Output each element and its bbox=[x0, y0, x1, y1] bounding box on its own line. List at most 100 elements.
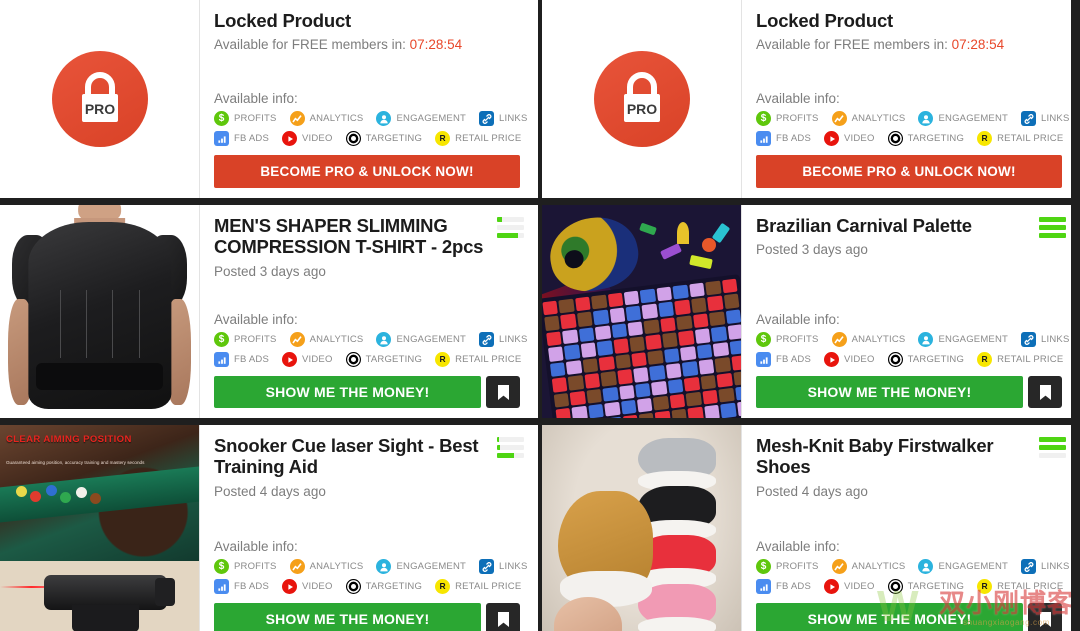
info-chip-engagement: ENGAGEMENT bbox=[376, 559, 466, 574]
palette-swatch bbox=[663, 347, 680, 363]
palette-swatch bbox=[688, 282, 705, 298]
product-card-baby-shoes[interactable]: Mesh-Knit Baby Firstwalker Shoes Posted … bbox=[542, 425, 1080, 631]
palette-swatch bbox=[613, 338, 630, 354]
palette-swatch bbox=[580, 342, 597, 358]
palette-swatch bbox=[611, 323, 628, 339]
info-chip-label: TARGETING bbox=[907, 354, 965, 365]
available-info-row: FB ADS VIDEO TARGETING R RETAIL PRICE bbox=[756, 579, 1063, 594]
palette-swatch bbox=[609, 307, 626, 323]
rating-bars bbox=[1039, 437, 1066, 458]
show-me-the-money-button[interactable]: SHOW ME THE MONEY! bbox=[756, 603, 1023, 631]
palette-swatch bbox=[562, 329, 579, 345]
show-me-the-money-button[interactable]: SHOW ME THE MONEY! bbox=[756, 376, 1023, 408]
info-chip-label: TARGETING bbox=[907, 133, 965, 144]
info-chip-engagement: ENGAGEMENT bbox=[918, 111, 1008, 126]
info-chip-engagement: ENGAGEMENT bbox=[376, 111, 466, 126]
product-grid: PRO Locked Product Available for FREE me… bbox=[0, 0, 1080, 631]
image-caption: CLEAR AIMING POSITION bbox=[5, 433, 132, 445]
info-chip-profits: $ PROFITS bbox=[756, 111, 819, 126]
palette-swatch bbox=[576, 311, 593, 327]
palette-swatch bbox=[704, 405, 720, 418]
palette-swatch bbox=[582, 357, 599, 373]
info-chip-profits: $ PROFITS bbox=[214, 332, 277, 347]
palette-swatch bbox=[638, 413, 655, 418]
palette-swatch bbox=[651, 380, 668, 396]
info-chip-video: VIDEO bbox=[824, 131, 875, 146]
card-media: CLEAR AIMING POSITION Guaranteed aiming … bbox=[0, 425, 200, 631]
palette-swatch bbox=[643, 319, 660, 335]
play-icon bbox=[282, 352, 297, 367]
palette-swatch bbox=[647, 349, 664, 365]
product-card-locked-left[interactable]: PRO Locked Product Available for FREE me… bbox=[0, 0, 538, 198]
info-chip-label: ENGAGEMENT bbox=[938, 561, 1009, 572]
info-chip-profits: $ PROFITS bbox=[756, 332, 819, 347]
card-media: PRO bbox=[0, 0, 200, 198]
palette-swatch bbox=[568, 375, 584, 391]
info-chip-label: FB ADS bbox=[234, 354, 269, 365]
info-chip-video: VIDEO bbox=[282, 352, 333, 367]
palette-swatch bbox=[667, 378, 684, 394]
palette-swatch bbox=[636, 397, 653, 413]
link-icon bbox=[479, 559, 495, 574]
person-icon bbox=[376, 332, 392, 347]
show-me-the-money-button[interactable]: SHOW ME THE MONEY! bbox=[214, 603, 481, 631]
bookmark-button[interactable] bbox=[1028, 376, 1062, 408]
bookmark-button[interactable] bbox=[486, 603, 520, 631]
palette-swatch bbox=[656, 286, 673, 302]
info-chip-profits: $ PROFITS bbox=[756, 559, 819, 574]
info-chip-label: VIDEO bbox=[302, 133, 333, 144]
product-card-brazilian-carnival-palette[interactable]: Brazilian Carnival Palette Posted 3 days… bbox=[542, 205, 1080, 418]
info-chip-retail: R RETAIL PRICE bbox=[977, 352, 1063, 367]
palette-swatch bbox=[598, 355, 615, 371]
palette-swatch bbox=[710, 326, 727, 342]
info-chip-label: VIDEO bbox=[844, 133, 875, 144]
palette-swatch bbox=[542, 300, 559, 316]
available-info-row: FB ADS VIDEO TARGETING R RETAIL PRICE bbox=[214, 579, 521, 594]
product-card-snooker-laser-sight[interactable]: CLEAR AIMING POSITION Guaranteed aiming … bbox=[0, 425, 538, 631]
info-chip-label: ENGAGEMENT bbox=[396, 113, 467, 124]
cta-row: BECOME PRO & UNLOCK NOW! bbox=[756, 155, 1062, 188]
link-icon bbox=[1021, 111, 1037, 126]
info-chip-engagement: ENGAGEMENT bbox=[376, 332, 466, 347]
palette-swatch bbox=[723, 293, 740, 309]
card-media bbox=[0, 205, 200, 418]
available-info-row: $ PROFITS ANALYTICS ENGAGEMENT LINKS bbox=[756, 332, 1069, 347]
palette-swatch bbox=[551, 377, 568, 393]
palette-swatch bbox=[588, 403, 605, 418]
info-chip-label: VIDEO bbox=[302, 581, 333, 592]
info-chip-label: LINKS bbox=[1041, 113, 1070, 124]
palette-swatch bbox=[725, 309, 741, 325]
bookmark-button[interactable] bbox=[1028, 603, 1062, 631]
palette-swatch bbox=[607, 292, 624, 308]
info-chip-fbads: FB ADS bbox=[214, 352, 269, 367]
chart-icon bbox=[289, 332, 305, 347]
become-pro-button[interactable]: BECOME PRO & UNLOCK NOW! bbox=[214, 155, 520, 188]
palette-swatch bbox=[604, 401, 621, 417]
available-info-list: $ PROFITS ANALYTICS ENGAGEMENT LINKS FB ADS VI… bbox=[214, 111, 527, 146]
palette-swatch bbox=[694, 328, 711, 344]
bars-icon bbox=[756, 579, 771, 594]
card-body: Locked Product Available for FREE member… bbox=[742, 0, 1080, 198]
palette-swatch bbox=[696, 343, 713, 359]
bookmark-button[interactable] bbox=[486, 376, 520, 408]
palette-swatch bbox=[574, 296, 591, 312]
product-card-locked-right[interactable]: PRO Locked Product Available for FREE me… bbox=[542, 0, 1080, 198]
info-chip-links: LINKS bbox=[1021, 111, 1069, 126]
bars-icon bbox=[756, 131, 771, 146]
become-pro-button[interactable]: BECOME PRO & UNLOCK NOW! bbox=[756, 155, 1062, 188]
product-title: Locked Product bbox=[756, 10, 893, 31]
product-card-mens-shaper[interactable]: MEN'S SHAPER SLIMMING COMPRESSION T-SHIR… bbox=[0, 205, 538, 418]
bars-icon bbox=[214, 579, 229, 594]
palette-swatch bbox=[600, 371, 617, 387]
palette-swatch bbox=[662, 332, 678, 348]
show-me-the-money-button[interactable]: SHOW ME THE MONEY! bbox=[214, 376, 481, 408]
available-info-row: FB ADS VIDEO TARGETING R RETAIL PRICE bbox=[756, 131, 1063, 146]
chart-icon bbox=[831, 111, 847, 126]
info-chip-label: PROFITS bbox=[776, 113, 819, 124]
info-chip-label: ANALYTICS bbox=[851, 561, 906, 572]
info-chip-label: FB ADS bbox=[776, 581, 811, 592]
info-chip-label: ENGAGEMENT bbox=[938, 113, 1009, 124]
info-chip-label: TARGETING bbox=[365, 133, 423, 144]
info-chip-targeting: TARGETING bbox=[887, 579, 965, 594]
palette-swatch bbox=[645, 334, 662, 350]
